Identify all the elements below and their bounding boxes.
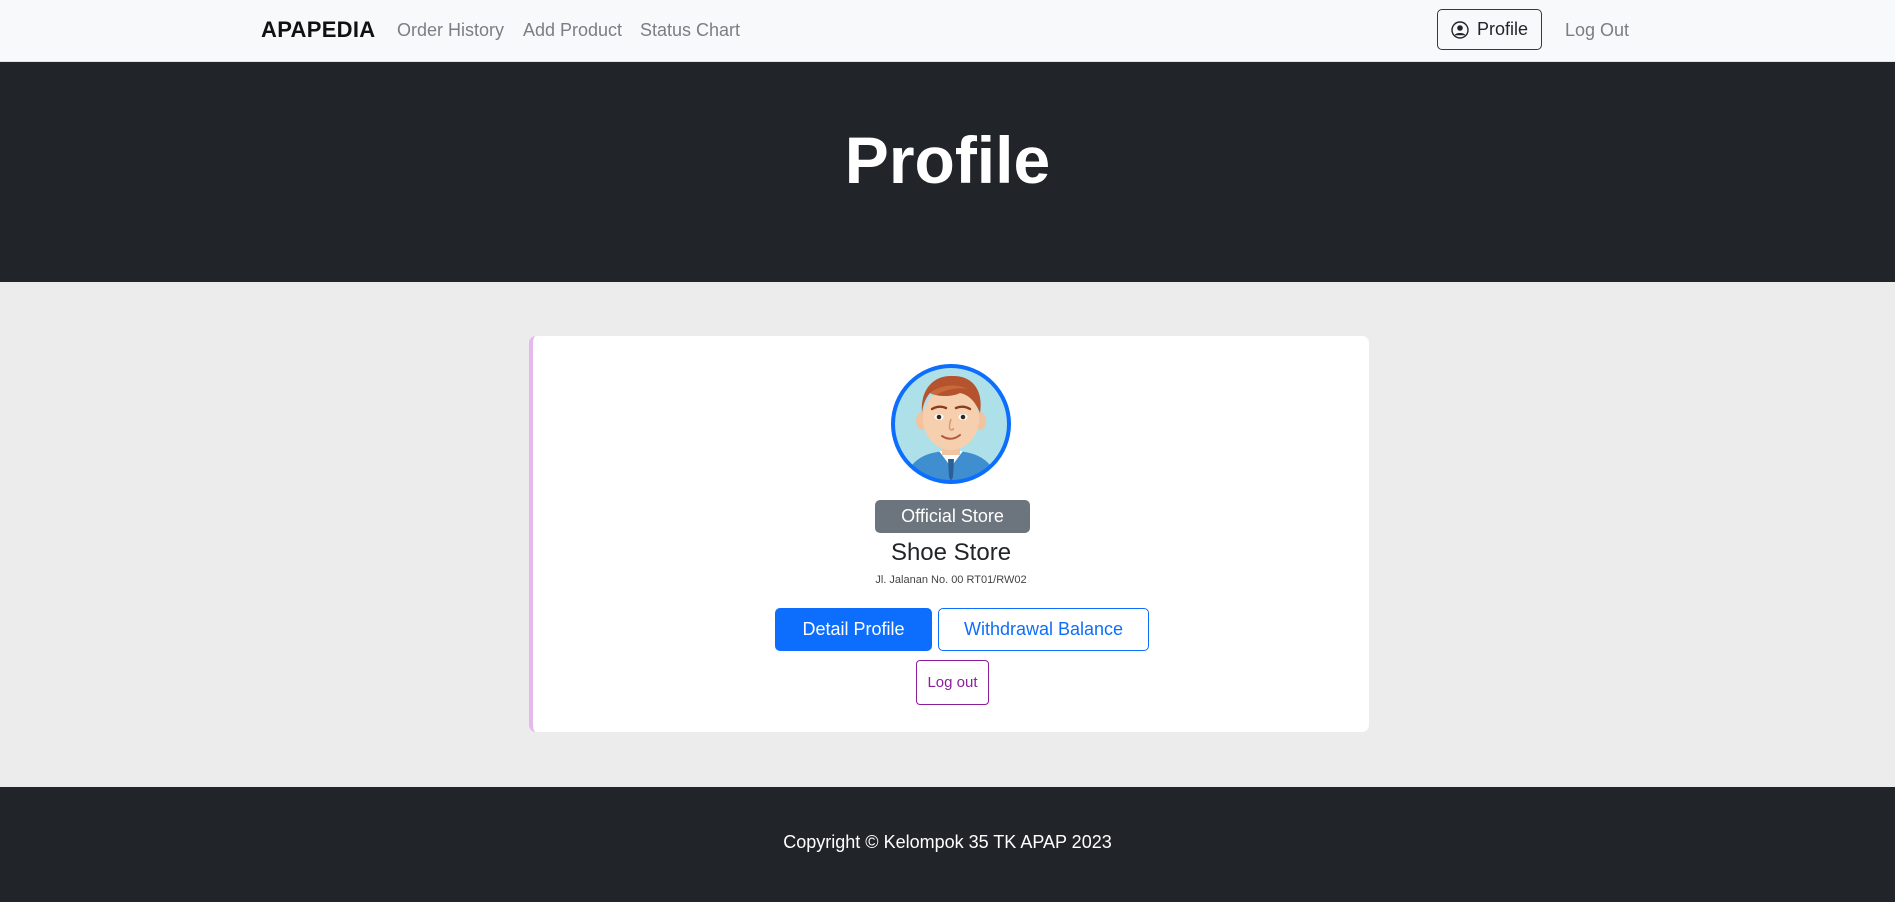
copyright-text: Copyright © Kelompok 35 TK APAP 2023 xyxy=(783,832,1112,852)
page-title: Profile xyxy=(844,123,1051,197)
nav-add-product[interactable]: Add Product xyxy=(523,20,622,41)
nav-profile-button[interactable]: Profile xyxy=(1437,9,1542,50)
top-navbar: APAPEDIA Order History Add Product Statu… xyxy=(0,0,1895,62)
page-footer: Copyright © Kelompok 35 TK APAP 2023 xyxy=(0,787,1895,902)
store-address: Jl. Jalanan No. 00 RT01/RW02 xyxy=(875,574,1027,586)
brand-logo[interactable]: APAPEDIA xyxy=(261,17,375,43)
store-name: Shoe Store xyxy=(890,539,1012,566)
logout-button[interactable]: Log out xyxy=(916,660,989,705)
detail-profile-button[interactable]: Detail Profile xyxy=(775,608,932,651)
nav-profile-label: Profile xyxy=(1476,19,1529,39)
nav-logout-link[interactable]: Log Out xyxy=(1565,20,1629,41)
user-circle-icon xyxy=(1451,20,1469,39)
avatar xyxy=(890,363,1012,485)
status-badge: Official Store xyxy=(875,500,1030,533)
profile-card: Official Store Shoe Store Jl. Jalanan No… xyxy=(529,336,1369,732)
nav-status-chart[interactable]: Status Chart xyxy=(640,20,740,41)
nav-order-history[interactable]: Order History xyxy=(397,20,504,41)
withdrawal-balance-button[interactable]: Withdrawal Balance xyxy=(938,608,1149,651)
page-header: Profile xyxy=(0,62,1895,282)
